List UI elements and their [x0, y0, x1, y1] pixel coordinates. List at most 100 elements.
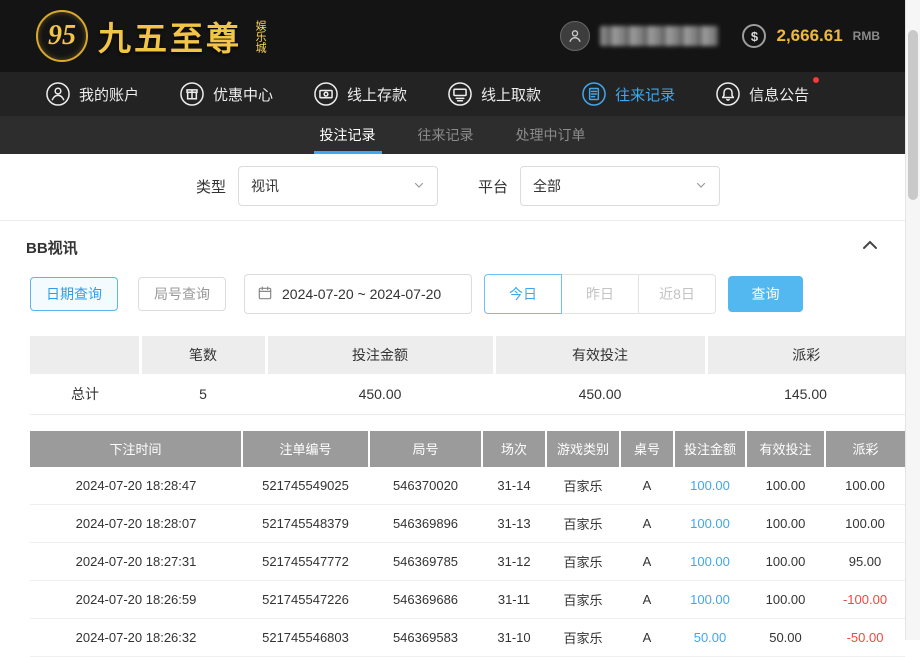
valid-bet-cell: 100.00 [746, 543, 825, 581]
type-select[interactable]: 视讯 [238, 166, 438, 206]
total-label-cell: 总计 [30, 374, 140, 414]
site-title: 九五至尊 [98, 12, 242, 60]
collapse-section-button[interactable] [861, 238, 879, 257]
detail-header-row: 下注时间 注单编号 局号 场次 游戏类别 桌号 投注金额 有效投注 派彩 [30, 431, 905, 467]
summary-header-valid-bet: 有效投注 [494, 336, 706, 374]
page: 95 九五至尊 娱乐城 $ 2,666.61 RMB [0, 0, 920, 640]
scrollbar-thumb[interactable] [908, 30, 918, 200]
calendar-icon [257, 285, 273, 304]
tab-transaction-records[interactable]: 往来记录 [412, 116, 480, 154]
bet-id-cell: 521745546803 [242, 619, 369, 657]
game-type-cell: 百家乐 [546, 467, 620, 505]
bet-time-cell: 2024-07-20 18:26:59 [30, 581, 242, 619]
game-type-cell: 百家乐 [546, 505, 620, 543]
header-payout: 派彩 [825, 431, 905, 467]
user-avatar-icon[interactable] [560, 21, 590, 51]
tab-processing-orders[interactable]: 处理中订单 [510, 116, 592, 154]
currency-coin-icon: $ [742, 24, 766, 48]
bet-amount-link[interactable]: 100.00 [674, 467, 746, 505]
bet-amount-link[interactable]: 50.00 [674, 619, 746, 657]
summary-table: 笔数 投注金额 有效投注 派彩 总计 5 450.00 450.00 145.0… [30, 336, 905, 415]
nav-item-records[interactable]: 往来记录 [581, 81, 675, 107]
page-scrollbar[interactable] [905, 0, 920, 640]
table-row: 2024-07-20 18:28:07 521745548379 5463698… [30, 505, 905, 543]
today-button[interactable]: 今日 [484, 274, 562, 314]
bet-time-cell: 2024-07-20 18:26:32 [30, 619, 242, 657]
bet-time-cell: 2024-07-20 18:28:07 [30, 505, 242, 543]
filter-row: 类型 视讯 平台 全部 [0, 154, 905, 221]
total-count-cell: 5 [140, 374, 266, 414]
type-select-value: 视讯 [251, 176, 279, 196]
summary-header-bet-amount: 投注金额 [266, 336, 494, 374]
header-bet-time: 下注时间 [30, 431, 242, 467]
nav-label: 优惠中心 [213, 84, 273, 105]
payout-cell: 100.00 [825, 505, 905, 543]
bet-amount-link[interactable]: 100.00 [674, 581, 746, 619]
payout-cell: -50.00 [825, 619, 905, 657]
date-query-button[interactable]: 日期查询 [30, 277, 118, 311]
round-no-cell: 546369896 [369, 505, 482, 543]
nav-item-deposit[interactable]: 线上存款 [313, 81, 407, 107]
header-table-no: 桌号 [620, 431, 674, 467]
summary-header-payout: 派彩 [706, 336, 905, 374]
payout-cell: 95.00 [825, 543, 905, 581]
bet-amount-link[interactable]: 100.00 [674, 543, 746, 581]
round-no-cell: 546369686 [369, 581, 482, 619]
balance-currency: RMB [853, 29, 880, 43]
top-bar: 95 九五至尊 娱乐城 $ 2,666.61 RMB [0, 0, 905, 72]
total-bet-amount-cell: 450.00 [266, 374, 494, 414]
tab-bet-records[interactable]: 投注记录 [314, 116, 382, 154]
notification-dot [813, 77, 819, 83]
chevron-down-icon [695, 178, 707, 194]
account-area: $ 2,666.61 RMB [560, 21, 880, 51]
search-button[interactable]: 查询 [728, 276, 803, 312]
section-title: BB视讯 [26, 237, 78, 258]
yesterday-button[interactable]: 昨日 [561, 274, 639, 314]
table-row: 2024-07-20 18:26:59 521745547226 5463696… [30, 581, 905, 619]
table-no-cell: A [620, 505, 674, 543]
gift-icon [179, 81, 205, 107]
date-range-value: 2024-07-20 ~ 2024-07-20 [282, 286, 441, 302]
summary-header-blank [30, 336, 140, 374]
bet-amount-link[interactable]: 100.00 [674, 505, 746, 543]
last-8-days-button[interactable]: 近8日 [638, 274, 716, 314]
records-icon [581, 81, 607, 107]
nav-item-promotions[interactable]: 优惠中心 [179, 81, 273, 107]
valid-bet-cell: 100.00 [746, 505, 825, 543]
nav-item-announcements[interactable]: 信息公告 [715, 81, 809, 107]
withdraw-icon [447, 81, 473, 107]
session-cell: 31-13 [482, 505, 546, 543]
nav-label: 线上取款 [481, 84, 541, 105]
site-logo[interactable]: 95 九五至尊 娱乐城 [36, 10, 290, 62]
summary-total-row: 总计 5 450.00 450.00 145.00 [30, 374, 905, 414]
game-type-cell: 百家乐 [546, 543, 620, 581]
header-bet-id: 注单编号 [242, 431, 369, 467]
sub-tab-bar: 投注记录 往来记录 处理中订单 [0, 116, 905, 154]
valid-bet-cell: 100.00 [746, 467, 825, 505]
table-row: 2024-07-20 18:26:32 521745546803 5463695… [30, 619, 905, 657]
payout-cell: 100.00 [825, 467, 905, 505]
type-label: 类型 [196, 176, 226, 197]
session-cell: 31-10 [482, 619, 546, 657]
summary-header-count: 笔数 [140, 336, 266, 374]
query-controls: 日期查询 局号查询 2024-07-20 ~ 2024-07-20 今日 昨日 … [0, 272, 905, 334]
valid-bet-cell: 50.00 [746, 619, 825, 657]
round-query-button[interactable]: 局号查询 [138, 277, 226, 311]
main-nav: 我的账户 优惠中心 线上存款 [0, 72, 905, 116]
nav-label: 信息公告 [749, 84, 809, 105]
round-no-cell: 546369583 [369, 619, 482, 657]
user-icon [45, 81, 71, 107]
main-column: 95 九五至尊 娱乐城 $ 2,666.61 RMB [0, 0, 905, 640]
session-cell: 31-11 [482, 581, 546, 619]
deposit-icon [313, 81, 339, 107]
bell-icon [715, 81, 741, 107]
section-header: BB视讯 [0, 221, 905, 272]
header-game-type: 游戏类别 [546, 431, 620, 467]
nav-item-my-account[interactable]: 我的账户 [45, 81, 139, 107]
nav-item-withdraw[interactable]: 线上取款 [447, 81, 541, 107]
platform-select[interactable]: 全部 [520, 166, 720, 206]
summary-table-head: 笔数 投注金额 有效投注 派彩 [30, 336, 905, 374]
chevron-down-icon [413, 178, 425, 194]
date-range-input[interactable]: 2024-07-20 ~ 2024-07-20 [244, 274, 472, 314]
bet-time-cell: 2024-07-20 18:28:47 [30, 467, 242, 505]
